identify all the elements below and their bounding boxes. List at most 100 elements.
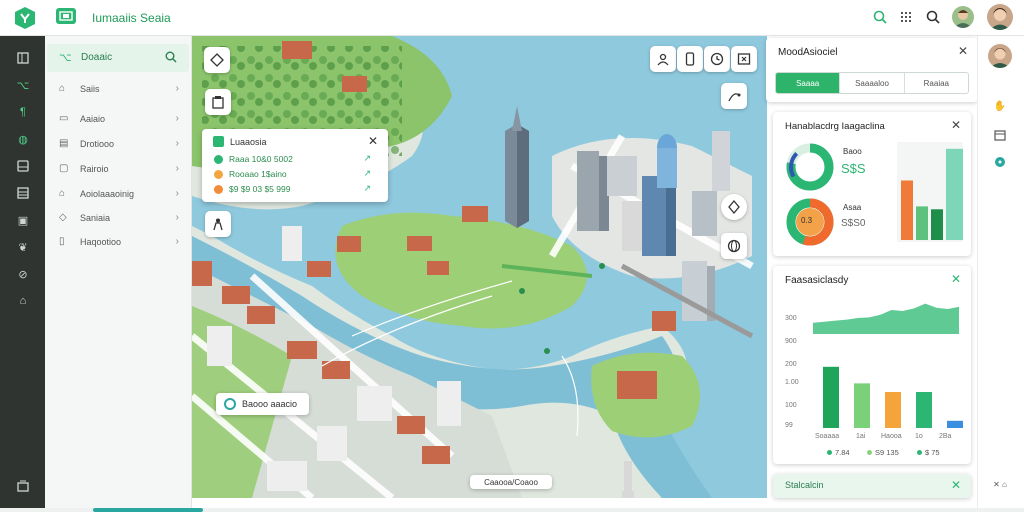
inbox-icon[interactable] <box>14 158 32 174</box>
popup-row[interactable]: $9 $9 03 $5 999 ↗ <box>214 183 379 197</box>
chart-bar <box>854 383 870 428</box>
sidebar-item[interactable]: ▢ Rairoio › <box>45 160 191 180</box>
grid-icon[interactable] <box>14 185 32 201</box>
mode-panel: MoodAsiociel ✕ Saaaa Saaaaloo Raaiaa <box>766 38 978 102</box>
location-popup: Luaaosia ✕ Raaa 10&0 5002 ↗ Rooaao 1$ain… <box>202 129 388 202</box>
hierarchy-icon: ⌥ <box>59 52 72 64</box>
popup-row[interactable]: Raaa 10&0 5002 ↗ <box>214 153 379 167</box>
chevron-right-icon: › <box>175 188 179 199</box>
chevron-right-icon: › <box>175 83 179 94</box>
sidebar: ⌥ Doaaic ⌂ Saiis › ▭ Aaiaio › ▤ Drotiooo… <box>45 36 192 512</box>
arrow-icon: ↗ <box>363 168 371 178</box>
globe-icon <box>224 398 236 410</box>
chevron-right-icon: › <box>175 138 179 149</box>
hierarchy-icon[interactable]: ⌥ <box>14 77 32 93</box>
footer-panel[interactable]: Stalcalcin ✕ <box>773 474 971 498</box>
route-button[interactable] <box>721 83 747 109</box>
arrow-icon: ↗ <box>363 153 371 163</box>
chart-panel: Faasasiclasdy ✕ 300 900 200 1.00 100 99 … <box>773 266 971 464</box>
location-button[interactable] <box>721 194 747 220</box>
stat-bar <box>931 209 943 240</box>
grid-icon[interactable] <box>897 8 915 26</box>
stat-bar <box>946 148 963 240</box>
file-icon: ▯ <box>59 236 65 247</box>
tab-mode-0[interactable]: Saaaa <box>776 73 841 93</box>
sidebar-header[interactable]: ⌥ Doaaic <box>47 44 189 72</box>
globe-button[interactable] <box>721 233 747 259</box>
avatar[interactable] <box>988 44 1012 68</box>
chevron-right-icon: › <box>175 163 179 174</box>
user-pin-button[interactable] <box>650 46 676 72</box>
search-icon[interactable] <box>165 50 177 68</box>
map-legend-pill[interactable]: Baooo aaacio <box>216 393 309 415</box>
settings-icon[interactable] <box>14 478 32 494</box>
tab-mode-1[interactable]: Saaaaloo <box>840 73 905 93</box>
sidebar-item[interactable]: ▯ Haqootioo › <box>45 233 191 253</box>
map-canvas[interactable] <box>192 36 767 498</box>
building-icon[interactable]: ▣ <box>14 212 32 228</box>
area-bar-chart <box>813 303 963 428</box>
leaf-icon[interactable]: ❦ <box>14 239 32 255</box>
map-footer-label: Caaooa/Coaoo <box>470 475 552 489</box>
globe-icon[interactable]: ◍ <box>14 131 32 147</box>
panel-icon[interactable] <box>14 50 32 66</box>
popup-row[interactable]: Rooaao 1$aino ↗ <box>214 168 379 182</box>
expand-icon[interactable]: ✕ ⌂ <box>992 476 1008 492</box>
sidebar-item[interactable]: ◇ Saniaia › <box>45 209 191 229</box>
search-icon[interactable] <box>924 8 942 26</box>
status-dot <box>214 170 223 179</box>
compass-button[interactable] <box>204 47 230 73</box>
export-button[interactable] <box>731 46 757 72</box>
legend-dot <box>917 450 922 455</box>
app-title: Iumaaiis Seaia <box>92 11 171 25</box>
paragraph-icon[interactable]: ¶ <box>14 104 32 120</box>
panel-title: MoodAsiociel <box>778 47 838 58</box>
avatar[interactable] <box>952 6 974 28</box>
stats-panel: Hanablacdrg Iaagaclina ✕ Baoo S$S 0.3 As… <box>773 112 971 256</box>
close-icon[interactable]: ✕ <box>958 44 968 58</box>
close-icon[interactable]: ✕ <box>951 118 961 132</box>
sidebar-header-label: Doaaic <box>81 52 113 63</box>
phone-button[interactable] <box>677 46 703 72</box>
panel-title: Faasasiclasdy <box>785 275 849 286</box>
pointer-icon[interactable]: ✋ <box>992 98 1008 114</box>
chart-bar <box>823 366 839 428</box>
avatar[interactable] <box>987 4 1013 30</box>
icon-rail: ⌥ ¶ ◍ ▣ ❦ ⊘ ⌂ <box>0 36 45 512</box>
layers-button[interactable] <box>205 89 231 115</box>
panel-title: Stalcalcin <box>785 480 824 490</box>
sidebar-item[interactable]: ⌂ Saiis › <box>45 80 191 100</box>
bar-chart <box>897 142 963 242</box>
legend-dot <box>827 450 832 455</box>
calendar-icon[interactable] <box>992 127 1008 143</box>
home-icon[interactable]: ⌂ <box>14 293 32 309</box>
brand-logo[interactable] <box>13 6 37 30</box>
tag-icon: ◇ <box>59 212 67 223</box>
sidebar-item[interactable]: ⌂ Aoiolaaaoinig › <box>45 185 191 205</box>
search-icon[interactable] <box>871 8 889 26</box>
clock-button[interactable] <box>704 46 730 72</box>
chart-bar <box>947 420 963 428</box>
close-icon[interactable]: ✕ <box>368 134 378 148</box>
sidebar-item[interactable]: ▤ Drotiooo › <box>45 135 191 155</box>
info-icon[interactable] <box>992 154 1008 170</box>
street-view-button[interactable] <box>205 211 231 237</box>
status-dot <box>214 185 223 194</box>
stat-bar <box>916 206 928 240</box>
home-icon: ⌂ <box>59 83 66 94</box>
chevron-right-icon: › <box>175 236 179 247</box>
scrollbar-thumb[interactable] <box>93 508 203 512</box>
check-circle-icon[interactable]: ⊘ <box>14 266 32 282</box>
isometric-city-map <box>192 36 767 498</box>
sidebar-item[interactable]: ▭ Aaiaio › <box>45 110 191 130</box>
close-icon[interactable]: ✕ <box>951 272 961 286</box>
document-icon: ▢ <box>59 163 69 174</box>
horizontal-scrollbar[interactable] <box>0 508 1024 512</box>
flag-icon: ⌂ <box>59 188 66 199</box>
legend-dot <box>867 450 872 455</box>
close-icon[interactable]: ✕ <box>951 478 961 492</box>
app-icon[interactable] <box>56 8 76 24</box>
area-series <box>813 303 959 334</box>
building-icon: ▤ <box>59 138 69 149</box>
tab-mode-2[interactable]: Raaiaa <box>905 73 968 93</box>
